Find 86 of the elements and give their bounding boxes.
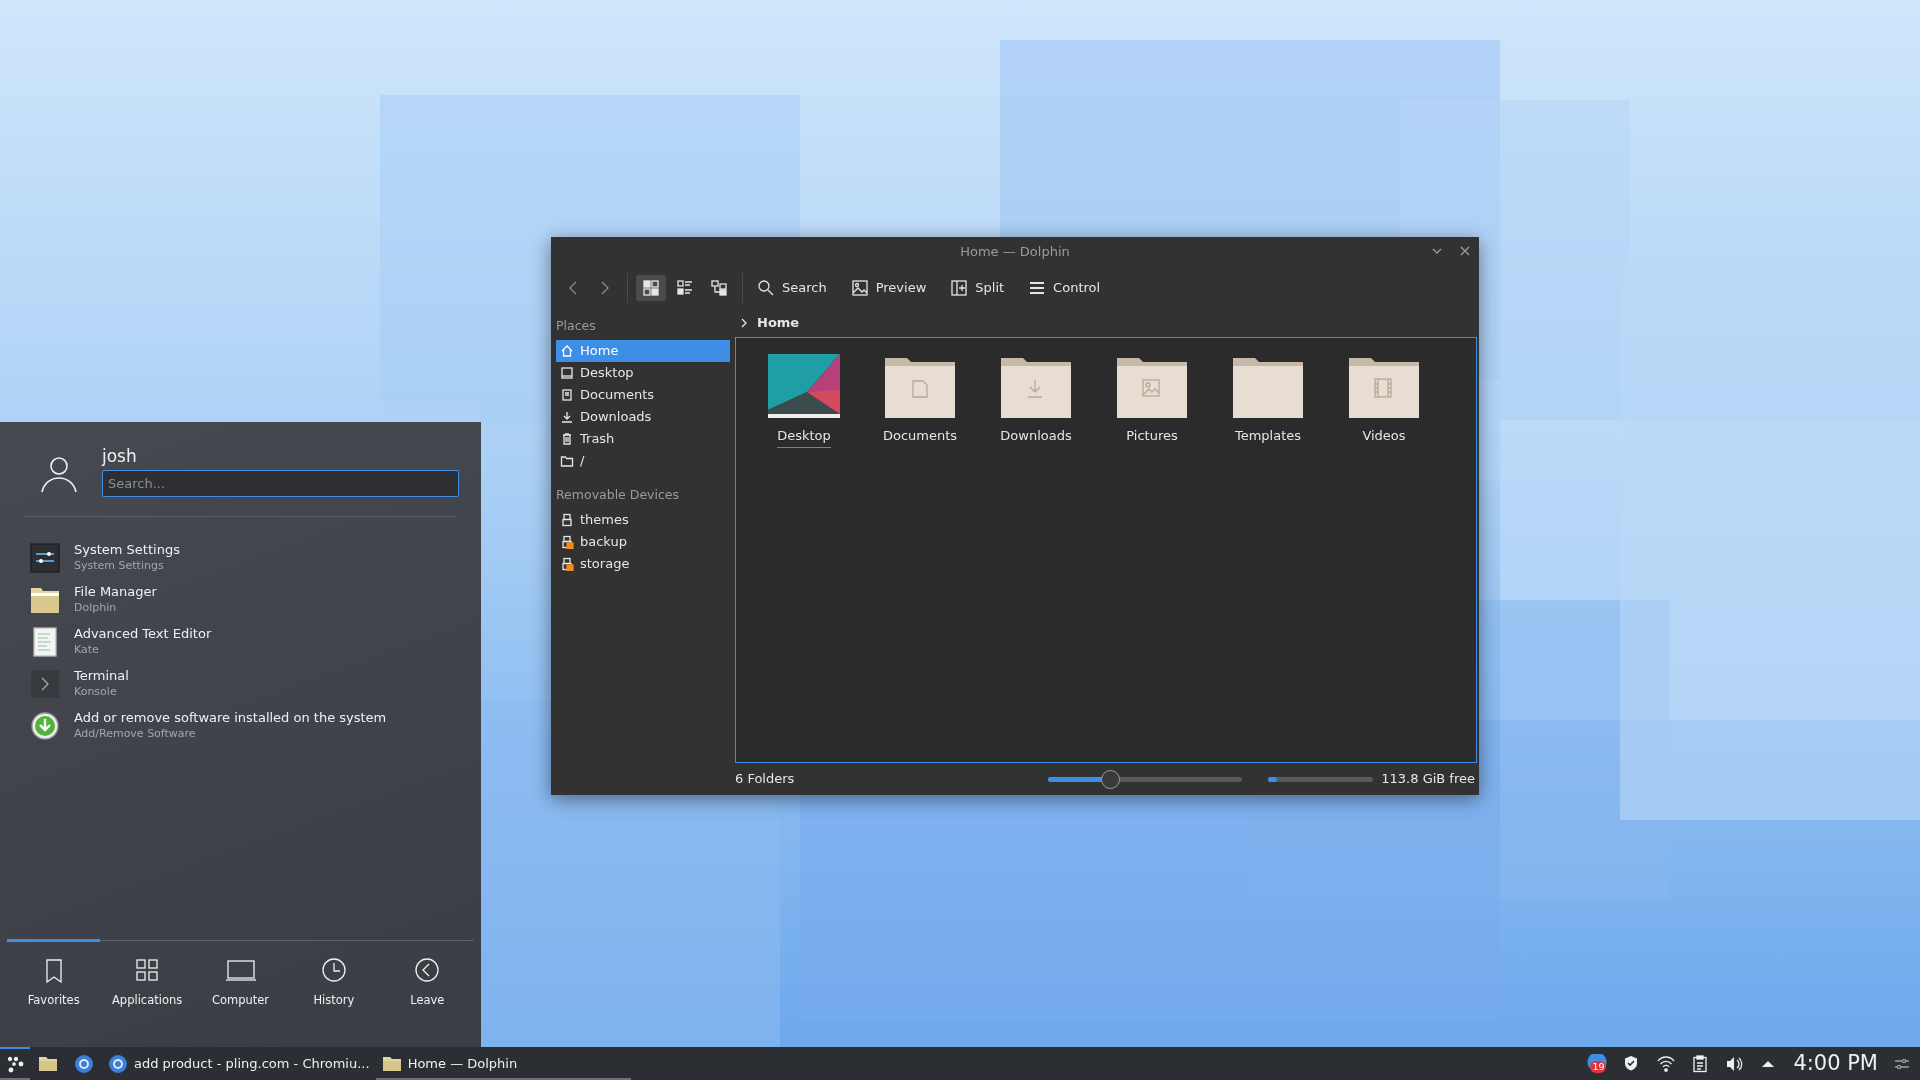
task-button[interactable]: Home — Dolphin bbox=[375, 1047, 631, 1080]
file-name[interactable]: Templates bbox=[1234, 426, 1302, 448]
sidebar-item[interactable]: / bbox=[556, 449, 730, 472]
view-mode-button[interactable] bbox=[636, 275, 666, 301]
sidebar-item[interactable]: Desktop bbox=[556, 361, 730, 384]
sidebar-item[interactable]: themes bbox=[556, 508, 730, 531]
breadcrumb-item[interactable]: Home bbox=[757, 313, 800, 333]
sidebar-item[interactable]: Trash bbox=[556, 427, 730, 450]
menu-button[interactable]: Control bbox=[1022, 274, 1107, 302]
wifi-icon[interactable] bbox=[1657, 1054, 1676, 1073]
sidebar-heading: Removable Devices bbox=[556, 485, 681, 504]
grid-icon bbox=[135, 957, 160, 984]
sidebar-item[interactable]: Documents bbox=[556, 383, 730, 406]
app-subtitle: Kate bbox=[74, 642, 100, 657]
clock[interactable]: 4:00 PM bbox=[1793, 1047, 1878, 1080]
globe-icon bbox=[74, 1053, 94, 1074]
arrow-left-circle-icon bbox=[415, 957, 440, 984]
globe-icon bbox=[108, 1053, 128, 1074]
laptop-icon bbox=[224, 957, 257, 984]
app-entry[interactable]: Advanced Text Editor Kate bbox=[0, 620, 481, 663]
app-subtitle: Dolphin bbox=[74, 600, 118, 615]
app-entry[interactable]: System Settings System Settings bbox=[0, 536, 481, 579]
file-name[interactable]: Downloads bbox=[1000, 426, 1072, 448]
menu-tab[interactable]: History bbox=[287, 938, 381, 1023]
search-field[interactable]: Search... bbox=[102, 469, 459, 497]
file-name[interactable]: Pictures bbox=[1126, 426, 1178, 448]
menu-tab[interactable]: Leave bbox=[380, 938, 475, 1023]
download-circle-icon bbox=[30, 710, 60, 741]
grid-view-icon bbox=[642, 279, 660, 297]
trash-icon bbox=[560, 431, 574, 446]
chevron-right-icon bbox=[739, 317, 749, 329]
split-button[interactable]: Split bbox=[944, 274, 1011, 302]
usb-drive-icon bbox=[560, 512, 574, 527]
app-entry[interactable]: File Manager Dolphin bbox=[0, 578, 481, 621]
app-title: System Settings bbox=[74, 542, 180, 558]
app-entry[interactable]: Terminal Konsole bbox=[0, 662, 481, 705]
notification-count: 19 bbox=[1590, 1060, 1607, 1073]
sidebar-item[interactable]: storage bbox=[556, 552, 730, 575]
menu-tab[interactable]: Applications bbox=[100, 938, 194, 1023]
search-button[interactable]: Search bbox=[751, 274, 833, 302]
app-title: Add or remove software installed on the system bbox=[74, 710, 387, 726]
menu-tab[interactable]: Computer bbox=[193, 938, 288, 1023]
preview-button[interactable]: Preview bbox=[844, 274, 933, 302]
slider-handle[interactable] bbox=[1101, 769, 1121, 789]
document-icon bbox=[560, 387, 574, 402]
app-subtitle: System Settings bbox=[74, 558, 165, 573]
close-icon bbox=[1459, 245, 1471, 257]
home-icon bbox=[560, 343, 574, 358]
app-subtitle: Add/Remove Software bbox=[74, 726, 197, 741]
status-text: 6 Folders bbox=[735, 770, 795, 789]
sidebar-heading: Places bbox=[556, 317, 597, 335]
launcher-button[interactable] bbox=[0, 1047, 30, 1080]
launcher-icon bbox=[6, 1054, 24, 1073]
text-document-icon bbox=[30, 626, 60, 657]
file-name[interactable]: Desktop bbox=[777, 426, 831, 448]
usb-drive-icon bbox=[560, 534, 574, 549]
app-title: Terminal bbox=[74, 668, 129, 684]
menu-icon bbox=[1028, 279, 1047, 297]
folder-icon bbox=[560, 453, 574, 468]
free-space-text: 113.8 GiB free bbox=[1381, 770, 1475, 789]
compact-view-icon bbox=[676, 279, 694, 297]
clock-icon bbox=[321, 957, 346, 984]
split-view-icon bbox=[950, 279, 969, 297]
clipboard-icon[interactable] bbox=[1691, 1054, 1710, 1073]
user-name: josh bbox=[102, 445, 138, 468]
user-icon bbox=[40, 454, 78, 494]
app-title: File Manager bbox=[74, 584, 157, 600]
usb-drive-icon bbox=[560, 556, 574, 571]
sliders-icon bbox=[30, 542, 60, 573]
menu-tab[interactable]: Favorites bbox=[7, 938, 101, 1023]
sidebar-item[interactable]: Downloads bbox=[556, 405, 730, 428]
search-icon bbox=[757, 279, 775, 297]
file-name[interactable]: Videos bbox=[1362, 426, 1406, 448]
notifications-icon[interactable]: 19 bbox=[1587, 1053, 1608, 1074]
image-icon bbox=[850, 279, 869, 297]
sidebar-item[interactable]: backup bbox=[556, 530, 730, 553]
app-subtitle: Konsole bbox=[74, 684, 118, 699]
task-button[interactable]: add product - pling.com - Chromiu... bbox=[102, 1047, 376, 1080]
tree-view-icon bbox=[710, 279, 728, 297]
app-title: Advanced Text Editor bbox=[74, 626, 212, 642]
monitor-icon bbox=[560, 365, 574, 380]
window-title: Home — Dolphin bbox=[960, 243, 1070, 262]
terminal-icon bbox=[30, 668, 60, 699]
file-name[interactable]: Documents bbox=[882, 426, 958, 448]
download-icon bbox=[560, 409, 574, 424]
app-entry[interactable]: Add or remove software installed on the system Add/Remove Software bbox=[0, 704, 481, 747]
